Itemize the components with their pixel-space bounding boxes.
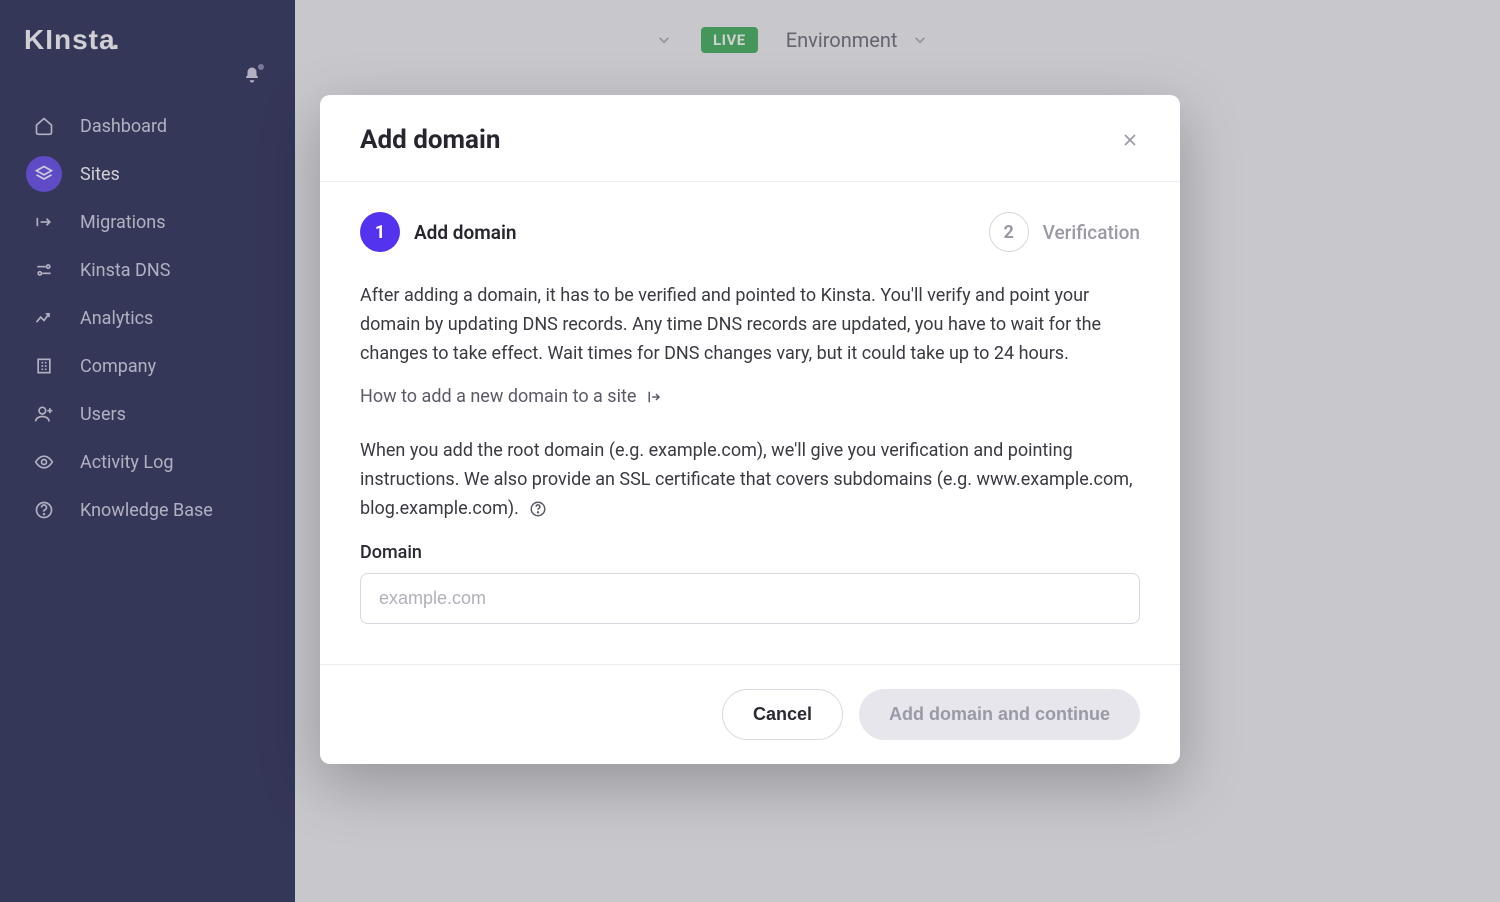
doc-link-text: How to add a new domain to a site [360, 386, 636, 407]
add-domain-continue-button[interactable]: Add domain and continue [859, 689, 1140, 740]
instructions-2-text: When you add the root domain (e.g. examp… [360, 440, 1133, 519]
instructions-1: After adding a domain, it has to be veri… [360, 282, 1140, 368]
modal-title: Add domain [360, 125, 500, 155]
close-button[interactable] [1120, 130, 1140, 150]
question-circle-icon [529, 500, 547, 518]
doc-link[interactable]: How to add a new domain to a site [360, 386, 662, 407]
step-number: 1 [360, 212, 400, 252]
step-verification: 2 Verification [989, 212, 1140, 252]
step-label: Verification [1043, 221, 1140, 244]
cancel-button[interactable]: Cancel [722, 689, 843, 740]
add-domain-modal: Add domain 1 Add domain 2 Verification A… [320, 95, 1180, 764]
close-icon [1120, 130, 1140, 150]
step-indicator: 1 Add domain 2 Verification [360, 212, 1140, 252]
instructions-2: When you add the root domain (e.g. examp… [360, 437, 1140, 523]
domain-input[interactable] [360, 573, 1140, 624]
step-number: 2 [989, 212, 1029, 252]
step-label: Add domain [414, 221, 517, 244]
step-add-domain: 1 Add domain [360, 212, 517, 252]
help-tooltip[interactable] [529, 500, 547, 518]
domain-field-label: Domain [360, 542, 1140, 563]
modal-overlay[interactable]: Add domain 1 Add domain 2 Verification A… [0, 0, 1500, 902]
external-link-icon [644, 388, 662, 406]
